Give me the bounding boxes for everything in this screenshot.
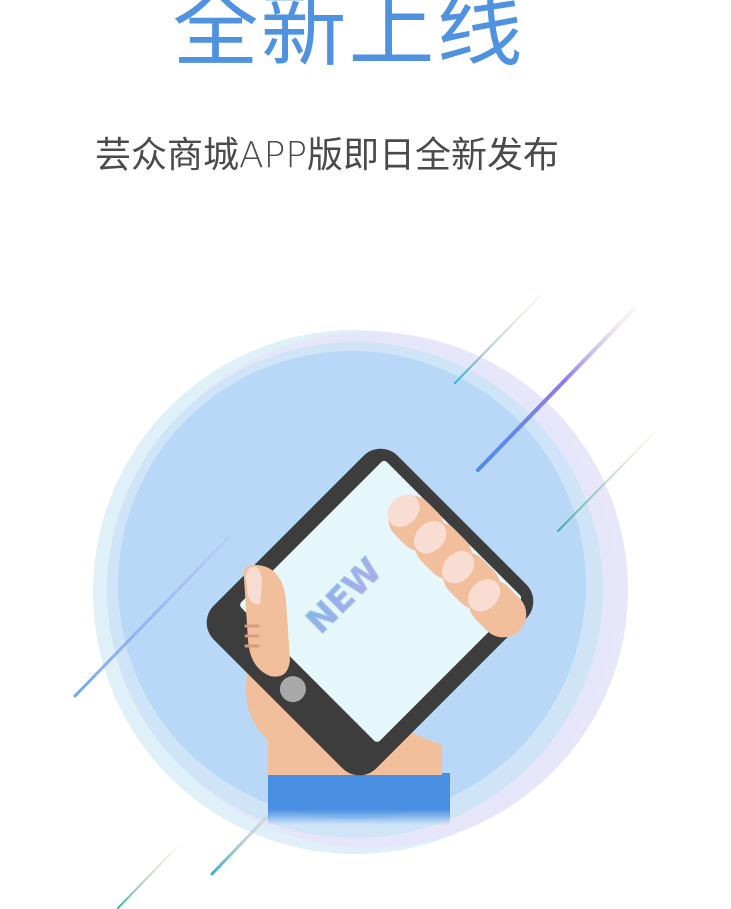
speed-line-icon	[117, 845, 179, 909]
page: 全新上线 芸众商城APP版即日全新发布 NEW	[0, 0, 731, 909]
sleeve	[268, 773, 450, 825]
hero-illustration: NEW	[73, 295, 656, 909]
